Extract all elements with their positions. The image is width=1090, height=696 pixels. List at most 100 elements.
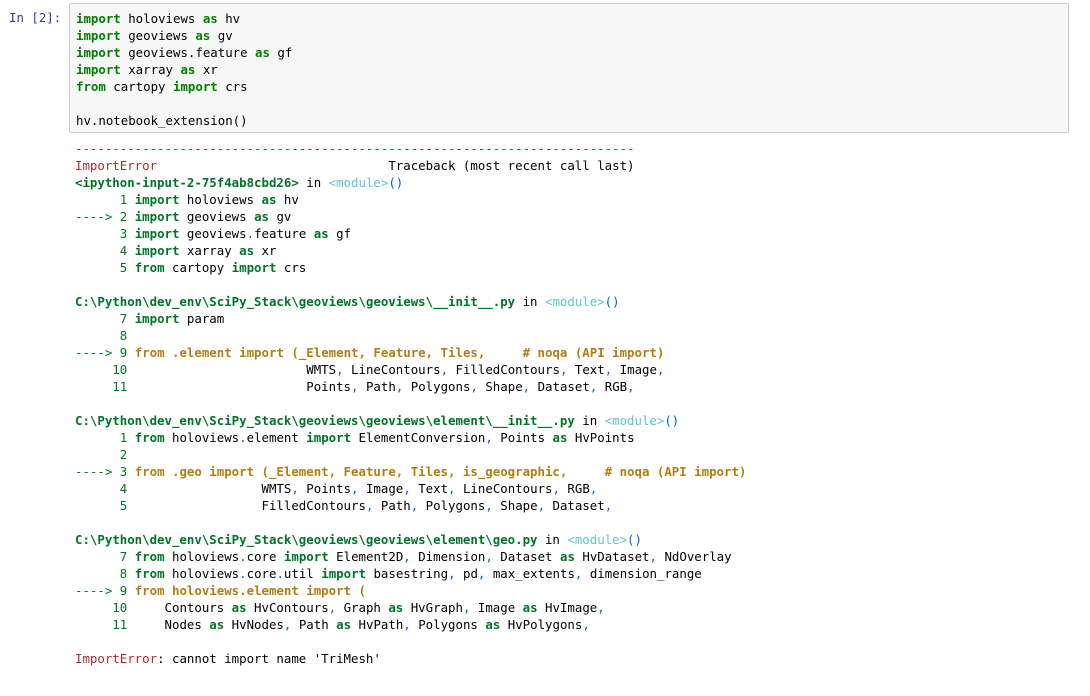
code-token: 8 bbox=[75, 328, 135, 343]
code-token: Shape bbox=[492, 498, 538, 513]
code-token: , bbox=[604, 498, 613, 513]
code-token: , bbox=[589, 481, 598, 496]
code-token: holoviews bbox=[179, 192, 262, 207]
traceback-line: 10 WMTS, LineContours, FilledContours, T… bbox=[75, 361, 746, 378]
traceback-line: 8 bbox=[75, 327, 746, 344]
code-token: : cannot import name 'TriMesh' bbox=[157, 651, 381, 666]
code-token: . bbox=[276, 566, 284, 581]
code-token: C:\Python\dev_env\SciPy_Stack\geoviews\g… bbox=[75, 532, 538, 547]
code-token: HvContours bbox=[246, 600, 329, 615]
code-token: as bbox=[552, 430, 568, 445]
code-token: 5 bbox=[75, 260, 135, 275]
traceback-line: ImportError: cannot import name 'TriMesh… bbox=[75, 650, 746, 667]
code-token: 7 bbox=[75, 549, 135, 564]
code-token: HvPath bbox=[351, 617, 404, 632]
traceback-line: ----> 9 from .element import (_Element, … bbox=[75, 344, 746, 361]
code-token: WMTS bbox=[134, 362, 337, 377]
code-token: FilledContours bbox=[448, 362, 560, 377]
code-token: as bbox=[195, 28, 211, 43]
code-token: LineContours bbox=[455, 481, 553, 496]
code-token: Image bbox=[612, 362, 657, 377]
code-token: import bbox=[283, 549, 329, 564]
code-token: , bbox=[485, 498, 493, 513]
code-token: import bbox=[306, 430, 352, 445]
code-token: 11 bbox=[75, 379, 135, 394]
code-token: import bbox=[239, 345, 284, 360]
code-token: cartopy bbox=[164, 260, 232, 275]
traceback-output: ----------------------------------------… bbox=[75, 140, 746, 667]
traceback-line: 7 from holoviews.core import Element2D, … bbox=[75, 548, 746, 565]
code-cell[interactable]: import holoviews as hv import geoviews as… bbox=[69, 3, 1069, 133]
code-input[interactable]: import holoviews as hv import geoviews as… bbox=[76, 10, 292, 129]
code-token: , bbox=[448, 481, 456, 496]
traceback-line: ----> 9 from holoviews.element import ( bbox=[75, 582, 746, 599]
code-token: pd bbox=[455, 566, 478, 581]
code-token: HvNodes bbox=[224, 617, 284, 632]
code-token: 10 bbox=[75, 600, 135, 615]
code-token: C:\Python\dev_env\SciPy_Stack\geoviews\g… bbox=[75, 294, 516, 309]
code-token: Text bbox=[410, 481, 449, 496]
code-token: ----------------------------------------… bbox=[75, 141, 635, 156]
code-token: Path bbox=[291, 617, 337, 632]
code-token: , bbox=[582, 617, 590, 632]
code-token: import bbox=[76, 28, 121, 43]
code-token: Polygons bbox=[403, 379, 471, 394]
code-token: NdOverlay bbox=[656, 549, 732, 564]
code-token: param bbox=[179, 311, 225, 326]
code-token: in bbox=[574, 413, 605, 428]
code-line: from cartopy import crs bbox=[76, 78, 292, 95]
code-token: .element bbox=[164, 345, 240, 360]
code-token: Points bbox=[134, 379, 352, 394]
code-token: ElementConversion bbox=[351, 430, 486, 445]
code-token: 5 bbox=[75, 498, 135, 513]
code-token: core bbox=[246, 549, 284, 564]
code-token: as bbox=[522, 600, 538, 615]
code-token: core bbox=[246, 566, 277, 581]
code-token: Polygons bbox=[410, 617, 486, 632]
code-token: from bbox=[76, 79, 106, 94]
code-token: Graph bbox=[336, 600, 389, 615]
code-token: HvDataset bbox=[574, 549, 650, 564]
code-token: geoviews bbox=[120, 28, 196, 43]
code-token: as bbox=[202, 11, 218, 26]
traceback-line bbox=[75, 633, 746, 650]
code-token: , bbox=[403, 549, 411, 564]
code-token: 7 bbox=[75, 311, 135, 326]
code-token: 11 bbox=[75, 617, 135, 632]
code-token: as bbox=[255, 45, 270, 60]
code-token: in bbox=[515, 294, 545, 309]
code-token: 2 bbox=[75, 447, 135, 462]
code-token: 4 bbox=[75, 243, 135, 258]
code-token: 1 bbox=[75, 430, 135, 445]
code-token: as bbox=[254, 209, 269, 224]
code-line: import holoviews as hv bbox=[76, 10, 292, 27]
traceback-line: C:\Python\dev_env\SciPy_Stack\geoviews\g… bbox=[75, 531, 746, 548]
traceback-line: 4 WMTS, Points, Image, Text, LineContour… bbox=[75, 480, 746, 497]
code-token: (_Element, Feature, Tiles, # noqa (API i… bbox=[283, 345, 665, 360]
code-token: . bbox=[239, 549, 247, 564]
code-token: in bbox=[537, 532, 568, 547]
code-token: 1 bbox=[75, 192, 135, 207]
code-token: Shape bbox=[477, 379, 523, 394]
code-token: gv bbox=[210, 28, 233, 43]
code-token: Text bbox=[567, 362, 605, 377]
code-token: as bbox=[209, 617, 225, 632]
code-token: basestring bbox=[366, 566, 449, 581]
code-token: , bbox=[403, 481, 411, 496]
traceback-line: 11 Nodes as HvNodes, Path as HvPath, Pol… bbox=[75, 616, 746, 633]
code-token: , bbox=[328, 600, 337, 615]
traceback-line: 8 from holoviews.core.util import basest… bbox=[75, 565, 746, 582]
code-token: <module> bbox=[567, 532, 628, 547]
code-token: , bbox=[522, 379, 531, 394]
traceback-line: 1 from holoviews.element import ElementC… bbox=[75, 429, 746, 446]
traceback-line bbox=[75, 276, 746, 293]
traceback-line: 2 bbox=[75, 446, 746, 463]
code-token: xarray bbox=[120, 62, 181, 77]
code-token: from bbox=[134, 549, 165, 564]
code-token: , bbox=[336, 362, 344, 377]
code-token: geoviews bbox=[179, 226, 247, 241]
code-token: () bbox=[664, 413, 680, 428]
code-line: hv.notebook_extension() bbox=[76, 112, 292, 129]
traceback-line: C:\Python\dev_env\SciPy_Stack\geoviews\g… bbox=[75, 293, 746, 310]
traceback-line: ----> 2 import geoviews as gv bbox=[75, 208, 746, 225]
